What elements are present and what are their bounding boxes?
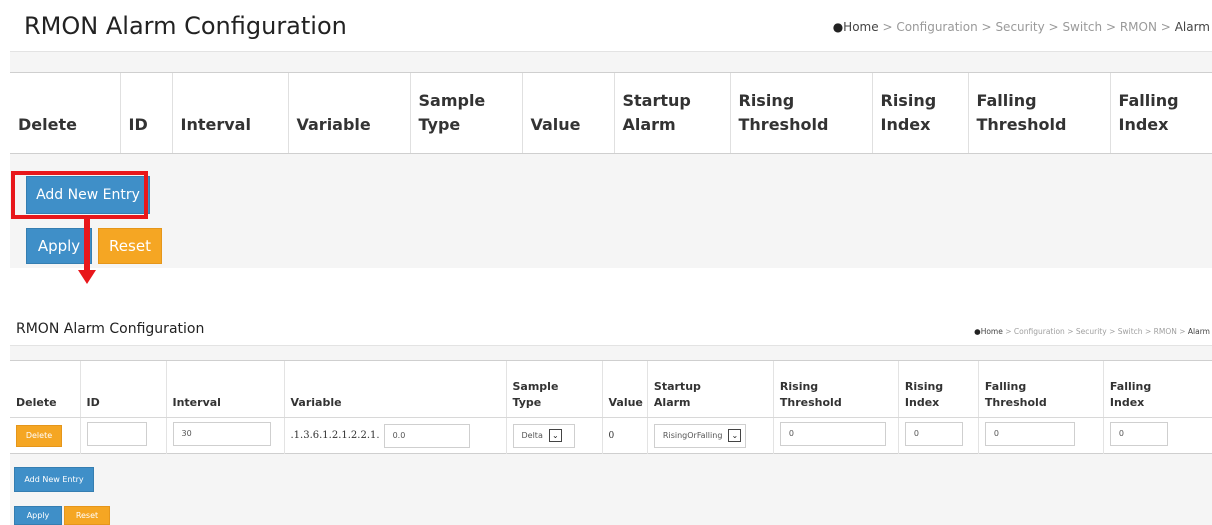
breadcrumb-switch[interactable]: Switch xyxy=(1118,327,1143,336)
page-title: RMON Alarm Configuration xyxy=(24,12,347,40)
breadcrumb-switch[interactable]: Switch xyxy=(1062,20,1102,34)
table-header-row: Delete ID Interval Variable Sample Type V… xyxy=(10,361,1212,418)
col-rising-threshold: Rising Threshold xyxy=(729,73,872,153)
col-id: ID xyxy=(79,361,166,418)
breadcrumb-alarm: Alarm xyxy=(1187,327,1210,336)
breadcrumb-configuration[interactable]: Configuration xyxy=(1014,327,1065,336)
col-variable: Variable xyxy=(283,361,506,418)
zoomed-panel: RMON Alarm Configuration ●Home > Configu… xyxy=(10,0,1212,268)
apply-button[interactable]: Apply xyxy=(26,228,92,264)
breadcrumb-security[interactable]: Security xyxy=(995,20,1044,34)
variable-field: .1.3.6.1.2.1.2.2.1. 0.0 xyxy=(290,423,470,448)
breadcrumb-configuration[interactable]: Configuration xyxy=(896,20,977,34)
chevron-down-icon: ⌄ xyxy=(728,429,742,443)
rising-threshold-input[interactable]: 0 xyxy=(779,422,886,447)
col-rising-index: Rising Index xyxy=(871,73,968,153)
value-text: 0 xyxy=(601,417,648,454)
col-id: ID xyxy=(119,73,172,153)
col-startup-alarm: Startup Alarm xyxy=(646,361,774,418)
breadcrumb-home[interactable]: Home xyxy=(843,20,878,34)
variable-input[interactable]: 0.0 xyxy=(383,423,470,448)
page-title: RMON Alarm Configuration xyxy=(16,321,205,337)
apply-button[interactable]: Apply xyxy=(14,506,62,525)
reset-button[interactable]: Reset xyxy=(64,506,110,525)
id-input[interactable] xyxy=(86,422,147,447)
annotation-arrow-head xyxy=(78,270,96,284)
col-falling-threshold: Falling Threshold xyxy=(967,73,1110,153)
falling-threshold-input[interactable]: 0 xyxy=(984,422,1075,447)
col-falling-threshold: Falling Threshold xyxy=(977,361,1104,418)
breadcrumb-home[interactable]: Home xyxy=(981,327,1003,336)
table-header-row: Delete ID Interval Variable Sample Type V… xyxy=(10,73,1212,153)
table-row: Delete 30 .1.3.6.1.2.1.2.2.1. 0.0 Delta … xyxy=(10,417,1212,454)
breadcrumb: ●Home > Configuration > Security > Switc… xyxy=(832,20,1210,34)
home-icon[interactable]: ● xyxy=(833,20,843,34)
col-rising-threshold: Rising Threshold xyxy=(772,361,899,418)
highlight-box xyxy=(11,171,148,219)
interval-input[interactable]: 30 xyxy=(172,422,271,447)
col-falling-index: Falling Index xyxy=(1109,73,1212,153)
col-rising-index: Rising Index xyxy=(897,361,979,418)
col-interval: Interval xyxy=(171,73,288,153)
col-interval: Interval xyxy=(165,361,284,418)
breadcrumb-alarm: Alarm xyxy=(1174,20,1210,34)
breadcrumb-rmon[interactable]: RMON xyxy=(1120,20,1157,34)
col-sample-type: Sample Type xyxy=(505,361,602,418)
reset-button[interactable]: Reset xyxy=(98,228,162,264)
variable-prefix: .1.3.6.1.2.1.2.2.1. xyxy=(290,430,380,442)
title-bar: RMON Alarm Configuration ●Home > Configu… xyxy=(10,0,1212,52)
col-value: Value xyxy=(601,361,648,418)
title-bar: RMON Alarm Configuration ●Home > Configu… xyxy=(10,316,1212,346)
falling-index-input[interactable]: 0 xyxy=(1109,422,1168,447)
sample-type-select[interactable]: Delta ⌄ xyxy=(512,423,575,448)
alarm-table: Delete ID Interval Variable Sample Type V… xyxy=(10,360,1212,454)
col-sample-type: Sample Type xyxy=(409,73,522,153)
col-variable: Variable xyxy=(287,73,410,153)
col-delete: Delete xyxy=(18,115,77,134)
delete-row-button[interactable]: Delete xyxy=(16,424,62,447)
col-falling-index: Falling Index xyxy=(1102,361,1212,418)
col-value: Value xyxy=(521,73,614,153)
breadcrumb-rmon[interactable]: RMON xyxy=(1154,327,1177,336)
col-startup-alarm: Startup Alarm xyxy=(613,73,730,153)
alarm-table: Delete ID Interval Variable Sample Type V… xyxy=(10,72,1212,154)
rising-index-input[interactable]: 0 xyxy=(904,422,963,447)
breadcrumb: ●Home > Configuration > Security > Switc… xyxy=(974,327,1210,336)
breadcrumb-security[interactable]: Security xyxy=(1076,327,1107,336)
add-new-entry-button[interactable]: Add New Entry xyxy=(14,467,94,492)
chevron-down-icon: ⌄ xyxy=(548,429,562,443)
col-delete: Delete xyxy=(10,361,80,418)
annotation-arrow xyxy=(84,215,90,271)
startup-alarm-select[interactable]: RisingOrFalling ⌄ xyxy=(653,423,746,448)
result-panel: RMON Alarm Configuration ●Home > Configu… xyxy=(10,316,1212,525)
